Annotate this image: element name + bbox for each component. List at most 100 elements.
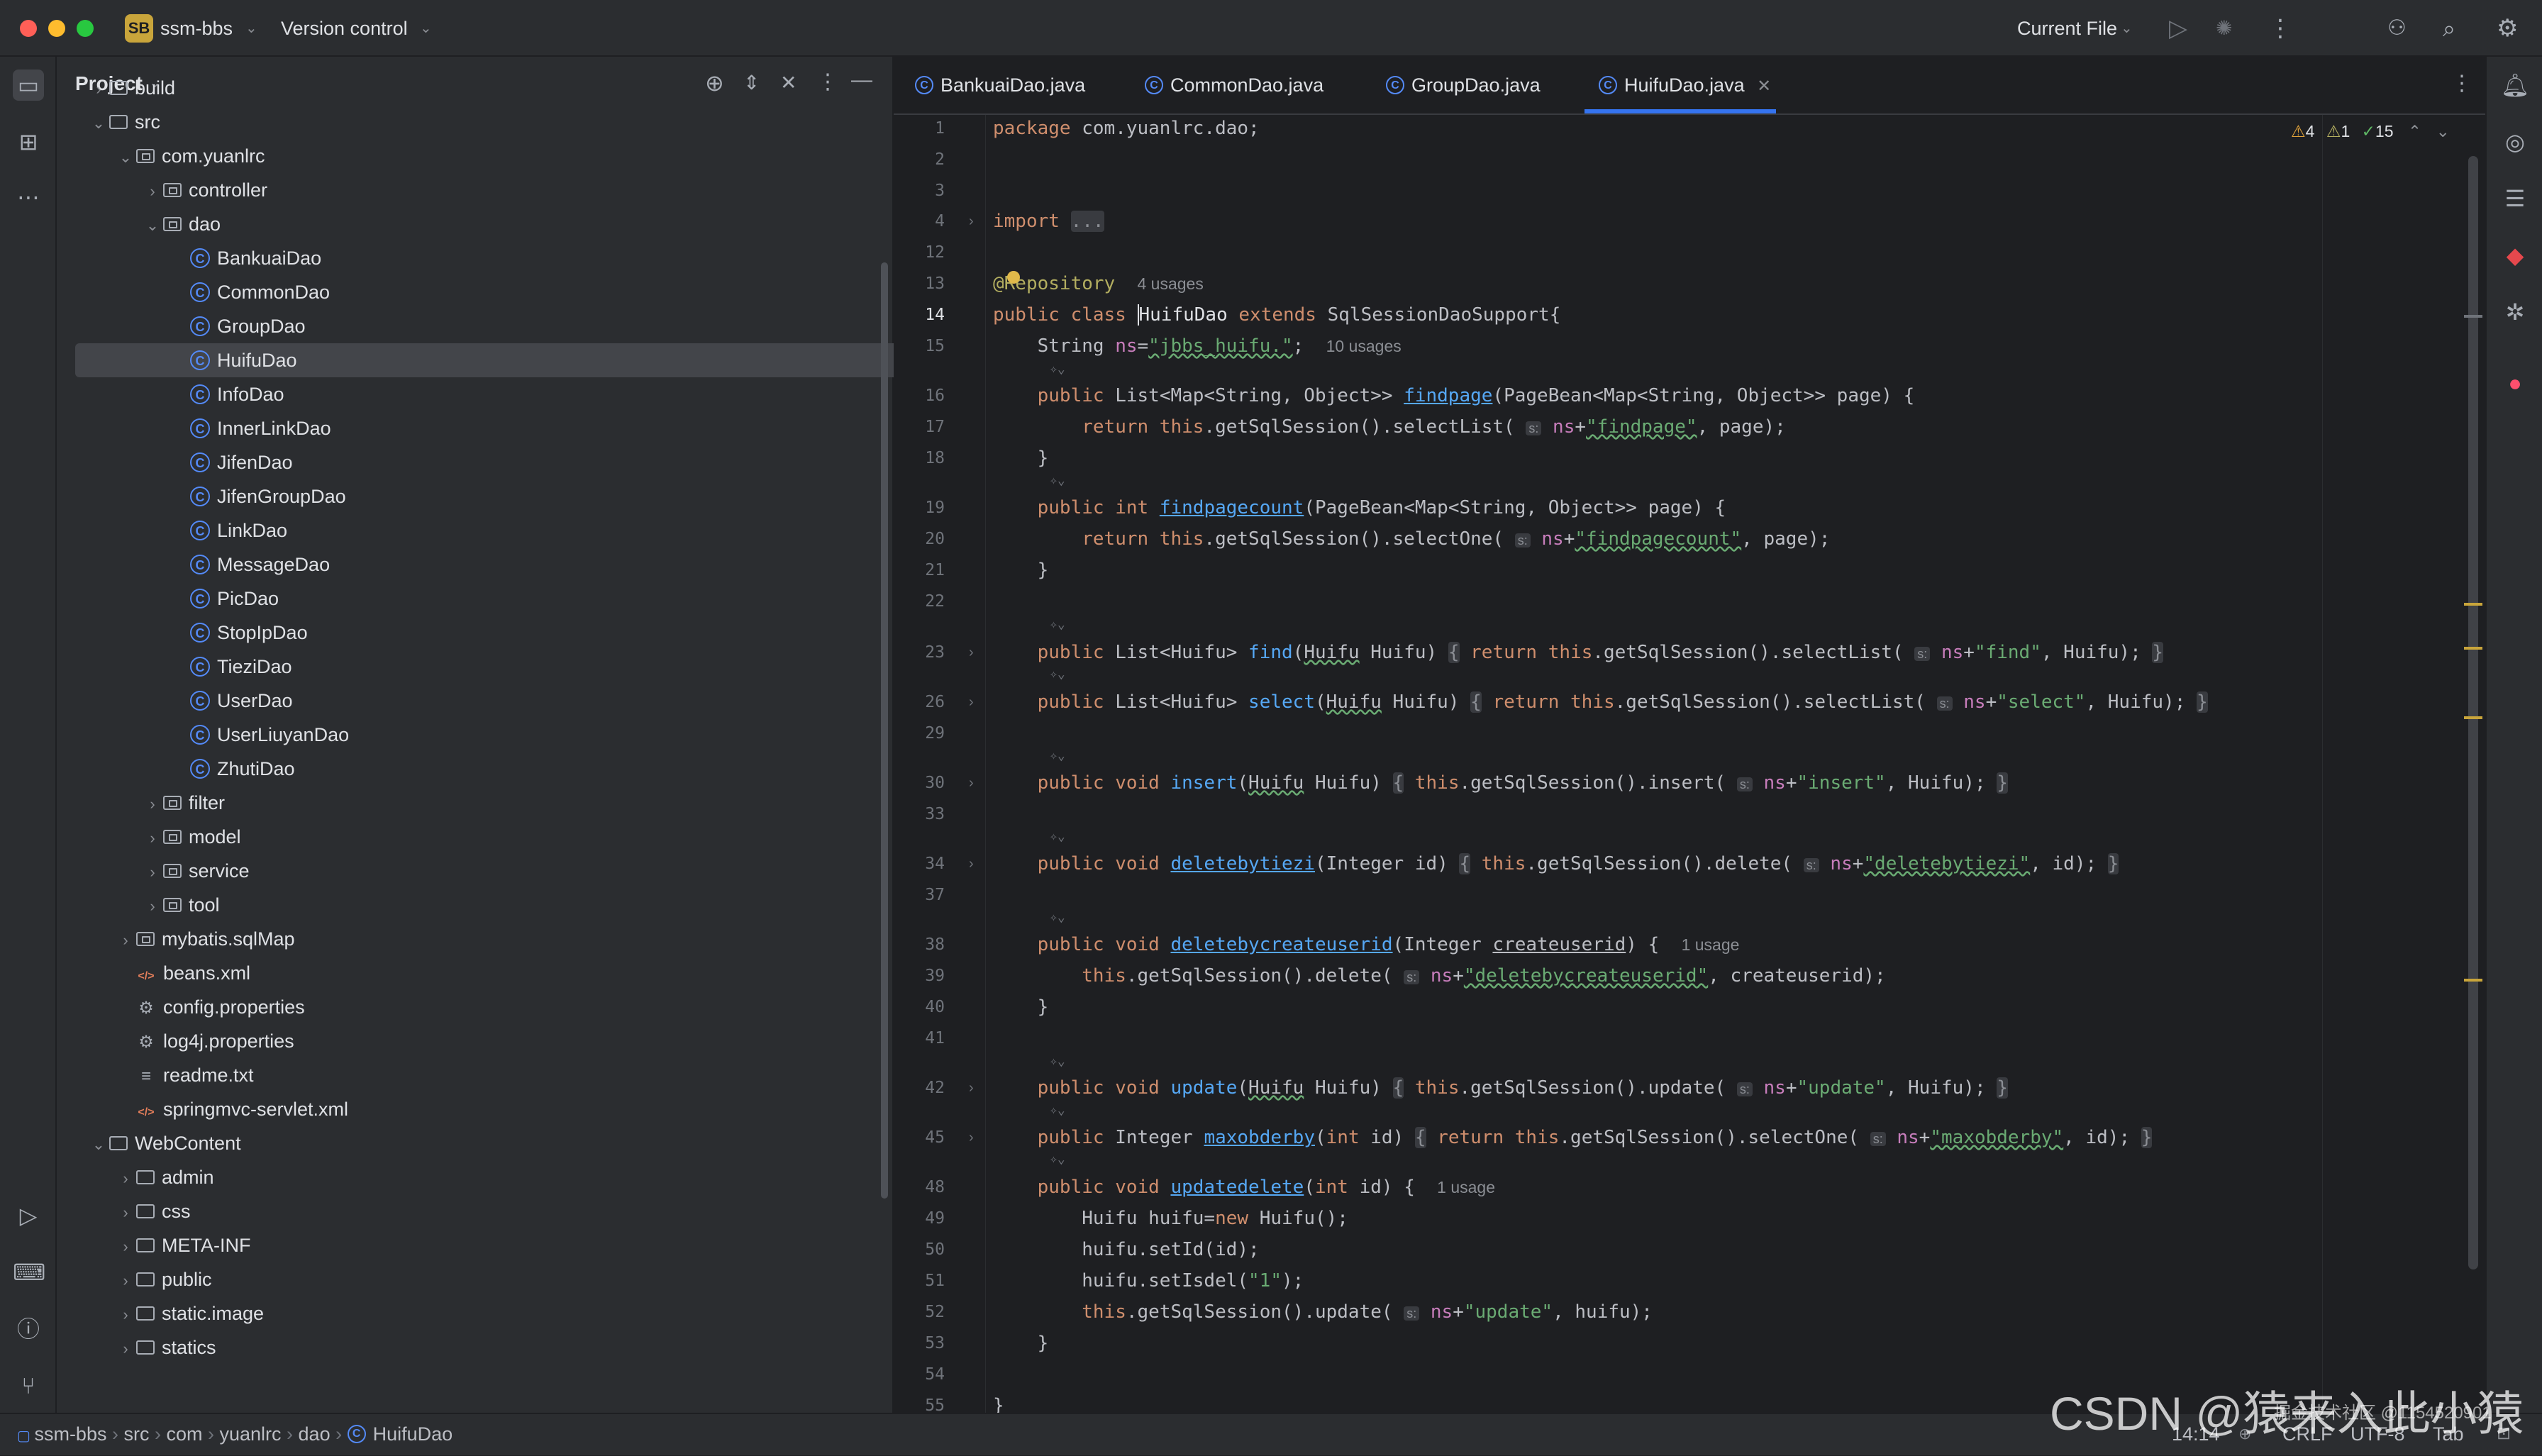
ai-hint-icon[interactable]: ✧⌄: [1050, 908, 1065, 927]
line-number[interactable]: 41: [894, 1026, 945, 1050]
chevron-down-icon[interactable]: ⌄: [88, 106, 109, 140]
ai-hint-icon[interactable]: ✧⌄: [1050, 472, 1065, 490]
warning-marker[interactable]: [2464, 603, 2482, 606]
line-number[interactable]: 42: [894, 1076, 945, 1100]
tree-item-tool[interactable]: › tool: [75, 888, 915, 922]
ai-hint-icon[interactable]: ✧⌄: [1050, 747, 1065, 765]
tree-item-config-properties[interactable]: ⚙ config.properties: [75, 990, 915, 1024]
structure-icon[interactable]: ⊞: [13, 126, 44, 157]
ai-hint-icon[interactable]: ✧⌄: [1050, 616, 1065, 634]
tree-item-filter[interactable]: › filter: [75, 786, 915, 820]
git-branch-icon[interactable]: ⑂: [13, 1370, 44, 1401]
breadcrumb-item[interactable]: dao: [299, 1423, 331, 1445]
next-highlight-icon[interactable]: ⌄: [2436, 122, 2450, 140]
tree-item-src[interactable]: ⌄ src: [75, 105, 915, 139]
ai-hint-icon[interactable]: ✧⌄: [1050, 665, 1065, 684]
breadcrumb-item[interactable]: HuifuDao: [373, 1423, 453, 1445]
line-number[interactable]: 12: [894, 240, 945, 265]
line-number[interactable]: 45: [894, 1126, 945, 1150]
line-number[interactable]: 34: [894, 852, 945, 876]
chevron-right-icon[interactable]: ›: [115, 1264, 136, 1298]
line-number[interactable]: 53: [894, 1331, 945, 1355]
line-number[interactable]: 23: [894, 640, 945, 665]
breadcrumb-item[interactable]: ssm-bbs: [34, 1423, 106, 1445]
breadcrumb-item[interactable]: com: [166, 1423, 202, 1445]
minimize-window-button[interactable]: [48, 20, 65, 37]
tree-item-controller[interactable]: › controller: [75, 173, 915, 207]
editor-scrollbar[interactable]: [2468, 156, 2478, 1269]
project-selector[interactable]: ssm-bbs: [160, 16, 233, 41]
tree-item-commondao[interactable]: C CommonDao: [75, 275, 915, 309]
chevron-right-icon[interactable]: ›: [88, 72, 109, 106]
line-number[interactable]: 22: [894, 589, 945, 613]
line-number[interactable]: 13: [894, 272, 945, 296]
tab-groupdao[interactable]: C GroupDao.java: [1386, 57, 1599, 113]
tree-item-huifudao[interactable]: C HuifuDao: [75, 343, 915, 377]
chat-plugin-icon[interactable]: ●: [2499, 367, 2531, 399]
tree-item-com-yuanlrc[interactable]: ⌄ com.yuanlrc: [75, 139, 915, 173]
line-number[interactable]: 54: [894, 1362, 945, 1386]
close-tab-icon[interactable]: ✕: [1757, 77, 1771, 96]
add-user-icon[interactable]: ⚇: [2387, 13, 2407, 44]
import-fold[interactable]: ...: [1070, 211, 1104, 232]
code-editor[interactable]: package com.yuanlrc.dao; import ... @Rep…: [986, 115, 2485, 1413]
search-icon[interactable]: ⌕: [2443, 13, 2455, 44]
tab-bankuaidao[interactable]: C BankuaiDao.java: [915, 57, 1142, 113]
previous-highlight-icon[interactable]: ⌃: [2408, 122, 2421, 140]
lightbulb-icon[interactable]: [1007, 271, 1020, 284]
line-number[interactable]: 51: [894, 1269, 945, 1293]
line-number[interactable]: 52: [894, 1300, 945, 1324]
chevron-right-icon[interactable]: ›: [142, 787, 163, 821]
ai-hint-icon[interactable]: ✧⌄: [1050, 828, 1065, 846]
line-number[interactable]: 48: [894, 1175, 945, 1199]
usages-hint[interactable]: 10 usages: [1326, 337, 1402, 355]
problems-icon[interactable]: ⓘ: [13, 1313, 44, 1345]
tree-item-readme-txt[interactable]: ≡ readme.txt: [75, 1058, 915, 1092]
tree-item-beans-xml[interactable]: </> beans.xml: [75, 956, 915, 990]
tree-item-jifengroupdao[interactable]: C JifenGroupDao: [75, 479, 915, 513]
usages-hint[interactable]: 4 usages: [1138, 274, 1204, 293]
inspection-widget[interactable]: ⚠4 ⚠1 ✓15 ⌃ ⌄: [2291, 122, 2450, 141]
chevron-down-icon[interactable]: ⌄: [142, 209, 163, 243]
line-number[interactable]: 1: [894, 116, 945, 140]
chevron-right-icon[interactable]: ›: [115, 1196, 136, 1230]
line-number[interactable]: 19: [894, 496, 945, 520]
tree-item-log4j-properties[interactable]: ⚙ log4j.properties: [75, 1024, 915, 1058]
tree-item-jifendao[interactable]: C JifenDao: [75, 445, 915, 479]
line-number[interactable]: 18: [894, 446, 945, 470]
usages-hint[interactable]: 1 usage: [1682, 935, 1740, 954]
line-number[interactable]: 26: [894, 690, 945, 714]
tree-item-css[interactable]: › css: [75, 1194, 915, 1228]
run-config-selector[interactable]: Current File: [2017, 16, 2117, 41]
line-number[interactable]: 20: [894, 527, 945, 551]
ai-assistant-icon[interactable]: ◎: [2499, 126, 2531, 157]
chevron-right-icon[interactable]: ›: [142, 821, 163, 855]
fold-toggle-icon[interactable]: ›: [969, 209, 974, 233]
line-number[interactable]: 16: [894, 384, 945, 408]
fold-toggle-icon[interactable]: ›: [969, 771, 974, 795]
tree-item-linkdao[interactable]: C LinkDao: [75, 513, 915, 548]
tree-item-public[interactable]: › public: [75, 1262, 915, 1296]
tree-item-admin[interactable]: › admin: [75, 1160, 915, 1194]
tree-item-dao[interactable]: ⌄ dao: [75, 207, 915, 241]
fold-toggle-icon[interactable]: ›: [969, 852, 974, 876]
ai-hint-icon[interactable]: ✧⌄: [1050, 1150, 1065, 1169]
close-window-button[interactable]: [20, 20, 37, 37]
more-tools-icon[interactable]: ⋯: [13, 182, 44, 213]
tree-item-mybatis-sqlmap[interactable]: › mybatis.sqlMap: [75, 922, 915, 956]
line-number[interactable]: 3: [894, 179, 945, 203]
tree-item-model[interactable]: › model: [75, 820, 915, 854]
line-number[interactable]: 40: [894, 995, 945, 1019]
tree-item-groupdao[interactable]: C GroupDao: [75, 309, 915, 343]
tab-options-icon[interactable]: ⋮: [2451, 71, 2472, 96]
chevron-down-icon[interactable]: ⌄: [88, 1128, 109, 1162]
line-number[interactable]: 37: [894, 883, 945, 907]
line-number[interactable]: 49: [894, 1206, 945, 1230]
line-number[interactable]: 14: [894, 303, 945, 327]
run-tool-icon[interactable]: ▷: [13, 1200, 44, 1231]
tree-item-meta-inf[interactable]: › META-INF: [75, 1228, 915, 1262]
chevron-right-icon[interactable]: ›: [115, 1162, 136, 1196]
tree-item-service[interactable]: › service: [75, 854, 915, 888]
line-number[interactable]: 21: [894, 558, 945, 582]
chevron-right-icon[interactable]: ›: [115, 1332, 136, 1366]
